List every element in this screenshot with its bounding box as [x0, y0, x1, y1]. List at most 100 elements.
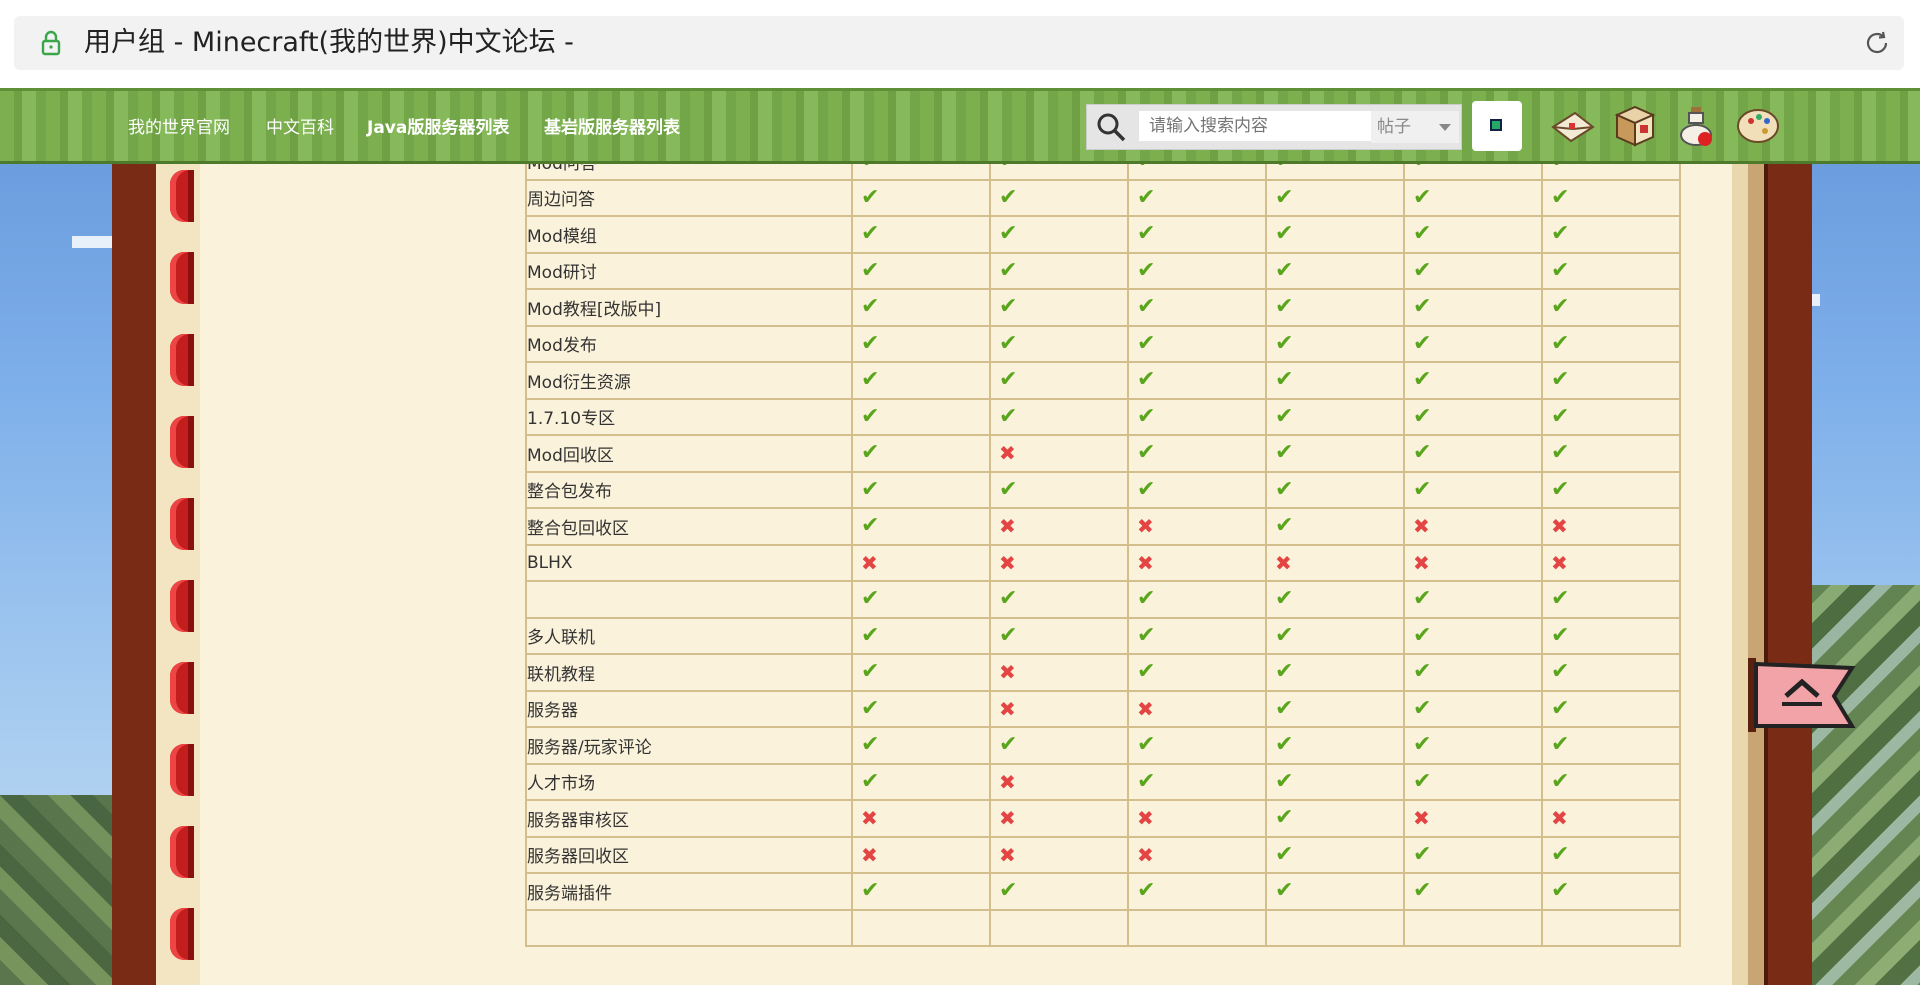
- permission-cell: ✔: [1127, 616, 1267, 655]
- check-icon: ✔: [861, 403, 880, 429]
- check-icon: ✔: [1551, 403, 1570, 429]
- cross-icon: ✖: [861, 842, 878, 867]
- permission-cell: ✔: [851, 251, 991, 290]
- nav-link-java-servers[interactable]: Java版服务器列表: [367, 113, 509, 138]
- potion-icon[interactable]: [1671, 101, 1721, 151]
- permission-cell: ✖: [1127, 835, 1267, 874]
- permission-cell: ✖: [1127, 543, 1267, 582]
- check-icon: ✔: [1413, 841, 1432, 867]
- permission-cell: ✔: [1265, 835, 1405, 874]
- permission-cell: ✔: [851, 507, 991, 546]
- check-icon: ✔: [999, 257, 1018, 283]
- permission-cell: [1403, 908, 1543, 947]
- permission-cell: ✔: [1541, 361, 1681, 400]
- check-icon: ✔: [1275, 622, 1294, 648]
- permission-cell: ✔: [851, 397, 991, 436]
- permission-cell: ✔: [1127, 872, 1267, 911]
- check-icon: ✔: [1551, 622, 1570, 648]
- cross-icon: ✖: [999, 441, 1016, 466]
- envelope-icon[interactable]: [1547, 101, 1597, 151]
- check-icon: ✔: [1551, 659, 1570, 685]
- back-to-top-flag-icon[interactable]: [1748, 656, 1856, 734]
- nav-link-wiki[interactable]: 中文百科: [266, 113, 334, 138]
- check-icon: ✔: [999, 878, 1018, 904]
- check-icon: ✔: [1275, 732, 1294, 758]
- permission-cell: ✔: [1127, 434, 1267, 473]
- search-type-select[interactable]: 帖子: [1371, 111, 1459, 143]
- search-type-label: 帖子: [1377, 117, 1411, 137]
- check-icon: ✔: [861, 330, 880, 356]
- forum-name-cell: Mod教程[改版中]: [525, 288, 853, 327]
- check-icon: ✔: [861, 586, 880, 612]
- reload-icon[interactable]: [1862, 28, 1892, 58]
- permission-cell: ✔: [1127, 178, 1267, 217]
- table-row: ✔ ✔ ✔ ✔ ✔ ✔: [525, 580, 1681, 619]
- check-icon: ✔: [1413, 367, 1432, 393]
- permission-cell: ✔: [1265, 872, 1405, 911]
- crafting-table-icon[interactable]: [1609, 101, 1659, 151]
- check-icon: ✔: [1413, 878, 1432, 904]
- check-icon: ✔: [1275, 184, 1294, 210]
- check-icon: ✔: [861, 367, 880, 393]
- permission-cell: ✔: [1127, 361, 1267, 400]
- permission-cell: ✔: [851, 215, 991, 254]
- permission-cell: ✔: [851, 361, 991, 400]
- permission-cell: ✔: [989, 397, 1129, 436]
- permission-cell: ✖: [1127, 689, 1267, 728]
- forum-name-cell: 服务器回收区: [525, 835, 853, 874]
- check-icon: ✔: [861, 513, 880, 539]
- check-icon: ✔: [1275, 294, 1294, 320]
- table-row: 服务器/玩家评论 ✔ ✔ ✔ ✔ ✔ ✔: [525, 726, 1681, 765]
- check-icon: ✔: [1137, 586, 1156, 612]
- permission-cell: ✔: [989, 178, 1129, 217]
- cross-icon: ✖: [999, 806, 1016, 831]
- table-row: 服务器回收区 ✖ ✖ ✖ ✔ ✔ ✔: [525, 835, 1681, 874]
- forum-name-cell: 服务器审核区: [525, 799, 853, 838]
- permission-cell: [1127, 908, 1267, 947]
- permission-cell: ✖: [989, 689, 1129, 728]
- table-row: Mod发布 ✔ ✔ ✔ ✔ ✔ ✔: [525, 324, 1681, 363]
- permission-cell: ✖: [989, 653, 1129, 692]
- cross-icon: ✖: [861, 806, 878, 831]
- nav-link-official-site[interactable]: 我的世界官网: [128, 113, 230, 138]
- check-icon: ✔: [1413, 732, 1432, 758]
- cross-icon: ✖: [1551, 550, 1568, 575]
- search-icon[interactable]: [1095, 111, 1127, 143]
- palette-icon[interactable]: [1733, 101, 1783, 151]
- check-icon: ✔: [999, 184, 1018, 210]
- permission-cell: ✖: [989, 434, 1129, 473]
- permission-cell: ✖: [1127, 507, 1267, 546]
- check-icon: ✔: [1413, 440, 1432, 466]
- book-frame-right: [1764, 158, 1812, 985]
- site-nav: 我的世界官网 中文百科 Java版服务器列表 基岩版服务器列表 帖子: [0, 88, 1920, 164]
- permission-cell: ✔: [1541, 835, 1681, 874]
- search-input[interactable]: [1139, 111, 1379, 141]
- permission-cell: ✔: [989, 726, 1129, 765]
- permission-cell: ✖: [851, 543, 991, 582]
- table-row: 服务器审核区 ✖ ✖ ✖ ✔ ✖ ✖: [525, 799, 1681, 838]
- permission-cell: ✔: [1265, 434, 1405, 473]
- book-edge-right-shadow: [1748, 158, 1764, 985]
- permission-cell: ✖: [1403, 507, 1543, 546]
- check-icon: ✔: [861, 695, 880, 721]
- check-icon: ✔: [1413, 768, 1432, 794]
- cross-icon: ✖: [1275, 550, 1292, 575]
- permission-cell: ✔: [1265, 616, 1405, 655]
- forum-name-cell: 服务器/玩家评论: [525, 726, 853, 765]
- check-icon: ✔: [861, 221, 880, 247]
- check-icon: ✔: [1413, 221, 1432, 247]
- check-icon: ✔: [999, 403, 1018, 429]
- check-icon: ✔: [1137, 367, 1156, 393]
- check-icon: ✔: [1275, 659, 1294, 685]
- permission-cell: ✔: [1403, 178, 1543, 217]
- permission-cell: ✔: [851, 288, 991, 327]
- permission-cell: ✔: [851, 653, 991, 692]
- permission-cell: ✔: [989, 616, 1129, 655]
- nav-link-bedrock-servers[interactable]: 基岩版服务器列表: [544, 113, 680, 138]
- permission-cell: ✔: [1403, 726, 1543, 765]
- check-icon: ✔: [861, 768, 880, 794]
- search-button[interactable]: [1472, 101, 1522, 151]
- table-row: Mod衍生资源 ✔ ✔ ✔ ✔ ✔ ✔: [525, 361, 1681, 400]
- address-bar[interactable]: 用户组 - Minecraft(我的世界)中文论坛 -: [14, 16, 1904, 70]
- permission-cell: [989, 908, 1129, 947]
